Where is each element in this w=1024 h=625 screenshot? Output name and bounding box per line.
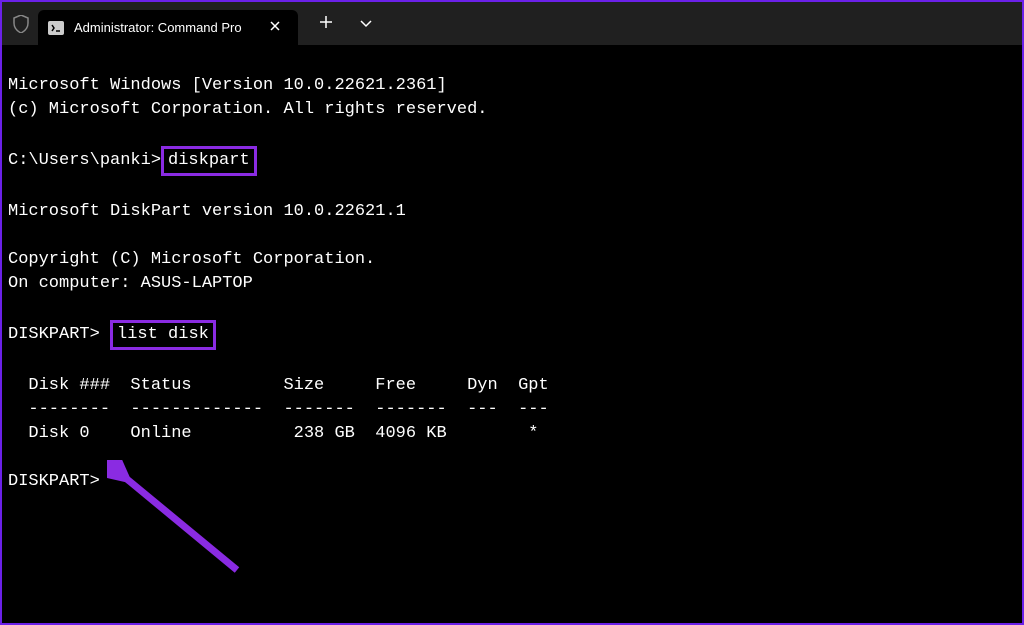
output-line: Microsoft DiskPart version 10.0.22621.1: [8, 202, 406, 221]
prompt-prefix: C:\Users\panki>: [8, 151, 161, 170]
title-bar: Administrator: Command Pro: [2, 2, 1022, 46]
new-tab-button[interactable]: [306, 7, 346, 41]
output-line: (c) Microsoft Corporation. All rights re…: [8, 100, 487, 119]
annotation-arrow: [107, 436, 257, 589]
table-row: Disk 0 Online 238 GB 4096 KB *: [8, 424, 539, 443]
command-highlight: diskpart: [161, 146, 257, 176]
cmd-icon: [48, 21, 64, 35]
tab-dropdown-button[interactable]: [346, 7, 386, 41]
command-highlight: list disk: [110, 320, 216, 350]
tab-title: Administrator: Command Pro: [74, 20, 254, 35]
terminal-output[interactable]: Microsoft Windows [Version 10.0.22621.23…: [2, 46, 1022, 522]
table-divider: -------- ------------- ------- ------- -…: [8, 400, 549, 419]
active-tab[interactable]: Administrator: Command Pro: [38, 10, 298, 46]
output-line: Copyright (C) Microsoft Corporation.: [8, 250, 375, 269]
output-line: Microsoft Windows [Version 10.0.22621.23…: [8, 76, 447, 95]
output-line: On computer: ASUS-LAPTOP: [8, 274, 253, 293]
prompt-prefix: DISKPART>: [8, 325, 110, 344]
prompt-prefix: DISKPART>: [8, 472, 100, 491]
shield-icon: [12, 15, 30, 33]
table-header: Disk ### Status Size Free Dyn Gpt: [8, 376, 549, 395]
close-tab-icon[interactable]: [264, 16, 286, 40]
